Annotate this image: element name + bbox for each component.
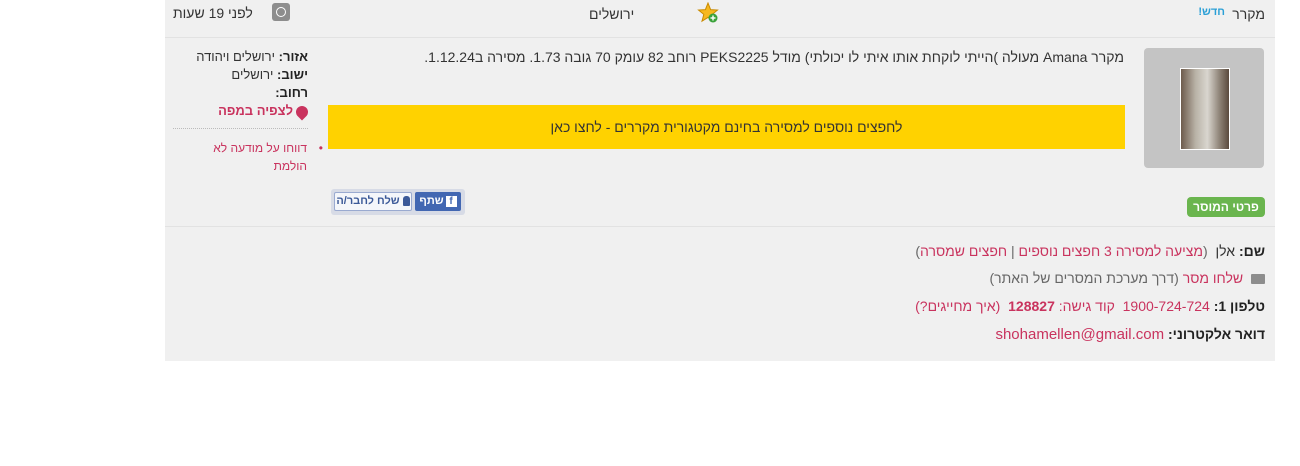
send-message-row: שלחו מסר (דרך מערכת המסרים של האתר) — [365, 270, 1265, 286]
given-items-link[interactable]: חפצים שמסרה — [920, 243, 1007, 259]
star-icon[interactable] — [697, 1, 719, 24]
send-to-friend-button[interactable]: שלח לחבר/ה — [334, 192, 412, 211]
send-message-note: (דרך מערכת המסרים של האתר) — [989, 270, 1179, 286]
new-badge: חדש! — [1198, 6, 1225, 18]
region-value: ירושלים ויהודה — [196, 49, 276, 64]
phone-label: טלפון 1: — [1213, 298, 1265, 314]
town-value: ירושלים — [231, 67, 274, 82]
how-to-dial-link[interactable]: (איך מחייגים?) — [915, 298, 1000, 314]
town-label: ישוב: — [277, 67, 308, 82]
phone-row: טלפון 1: 1900-724-724 קוד גישה: 128827 (… — [365, 298, 1265, 314]
seller-details-badge: פרטי המוסר — [1187, 197, 1265, 217]
phone-number[interactable]: 1900-724-724 — [1123, 298, 1210, 314]
listing-thumbnail[interactable] — [1144, 48, 1264, 168]
more-items-link[interactable]: מציעה למסירה 3 חפצים נוספים — [1019, 243, 1204, 259]
street-row: רחוב: — [173, 84, 308, 102]
access-code-label: קוד גישה: — [1058, 298, 1115, 314]
location-info: אזור: ירושלים ויהודה ישוב: ירושלים רחוב:… — [173, 48, 311, 121]
envelope-icon — [1251, 274, 1265, 285]
send-message-link[interactable]: שלחו מסר — [1183, 270, 1243, 286]
clock-icon — [272, 3, 290, 21]
category-label: מקרר — [1232, 6, 1265, 22]
street-label: רחוב: — [275, 85, 308, 100]
facebook-share-button[interactable]: fשתף — [415, 192, 461, 211]
listing-description: מקרר Amana מעולה )הייתי לוקחת אותו איתי … — [424, 49, 1124, 65]
facebook-share-label: שתף — [419, 195, 444, 207]
facebook-icon: f — [445, 195, 457, 207]
report-ad-link[interactable]: דווחו על מודעה לא הולמת — [185, 139, 323, 175]
share-box: fשתף שלח לחבר/ה — [331, 189, 465, 215]
email-link[interactable]: shohamellen@gmail.com — [995, 326, 1164, 343]
listing-detail: מקרר Amana מעולה )הייתי לוקחת אותו איתי … — [165, 38, 1275, 227]
fridge-photo[interactable] — [1180, 68, 1230, 150]
category-banner-link[interactable]: לחפצים נוספים למסירה בחינם מקטגורית מקרר… — [328, 105, 1125, 149]
email-label: דואר אלקטרוני: — [1167, 326, 1265, 342]
sidebar-divider — [173, 128, 308, 129]
listing-panel: מקרר חדש! ירושלים לפני 19 שעות מקרר Aman… — [165, 0, 1275, 361]
separator: | — [1010, 243, 1015, 259]
town-row: ישוב: ירושלים — [173, 66, 308, 84]
listing-header-row[interactable]: מקרר חדש! ירושלים לפני 19 שעות — [165, 0, 1275, 38]
time-ago: לפני 19 שעות — [173, 5, 253, 21]
email-row: דואר אלקטרוני: shohamellen@gmail.com — [365, 326, 1265, 343]
city-label: ירושלים — [589, 6, 635, 22]
send-to-friend-label: שלח לחבר/ה — [336, 195, 400, 207]
name-label: שם: — [1238, 243, 1265, 259]
contact-name-row: שם: אלן (מציעה למסירה 3 חפצים נוספים | ח… — [915, 243, 1265, 259]
map-link[interactable]: לצפיה במפה — [173, 102, 311, 121]
map-link-label: לצפיה במפה — [218, 103, 293, 118]
person-icon — [402, 196, 410, 207]
access-code: 128827 — [1008, 298, 1055, 314]
region-row: אזור: ירושלים ויהודה — [173, 48, 308, 66]
name-value: אלן — [1215, 243, 1236, 259]
region-label: אזור: — [278, 49, 308, 64]
map-pin-icon — [293, 103, 311, 121]
